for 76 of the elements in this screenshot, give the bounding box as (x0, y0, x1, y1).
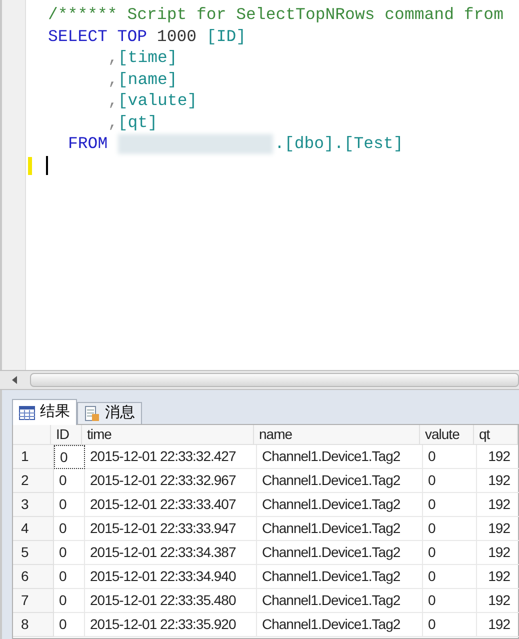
table-cell: 0 (54, 493, 85, 517)
sql-comma: , (108, 68, 118, 90)
column-header[interactable]: name (254, 425, 420, 445)
table-cell: 0 (54, 589, 85, 613)
document-icon (84, 406, 100, 422)
table-cell: 0 (54, 517, 85, 541)
change-marker (28, 156, 32, 174)
row-header[interactable]: 3 (13, 493, 54, 517)
table-cell: 0 (54, 565, 85, 589)
table-cell: Channel1.Device1.Tag2 (257, 493, 423, 517)
sql-comma: , (108, 112, 118, 133)
table-cell: 0 (423, 541, 477, 565)
sql-comma: , (108, 90, 118, 112)
table-cell: 2015-12-01 22:33:33.947 (85, 517, 257, 541)
table-cell: 0 (423, 589, 477, 613)
table-cell: Channel1.Device1.Tag2 (257, 565, 423, 589)
table-cell: 0 (423, 517, 477, 541)
sql-identifier: [time] (118, 47, 178, 68)
table-cell: 192 (477, 469, 519, 493)
table-cell: Channel1.Device1.Tag2 (257, 445, 423, 469)
sql-identifier: .[dbo].[Test] (274, 133, 404, 154)
column-header[interactable]: valute (420, 425, 474, 445)
table-cell: 2015-12-01 22:33:32.427 (85, 445, 257, 469)
table-cell: 0 (423, 493, 477, 517)
row-header[interactable]: 8 (13, 613, 54, 637)
table-cell: 0 (54, 469, 85, 493)
table-cell: Channel1.Device1.Tag2 (257, 517, 423, 541)
row-header[interactable]: 5 (13, 541, 54, 565)
sql-comma: , (108, 47, 118, 68)
row-header[interactable]: 7 (13, 589, 54, 613)
scroll-left-icon[interactable] (12, 376, 18, 384)
table-cell: 192 (477, 541, 519, 565)
row-header[interactable]: 4 (13, 517, 54, 541)
table-cell: Channel1.Device1.Tag2 (257, 589, 423, 613)
result-tab[interactable]: 消息 (77, 402, 142, 424)
scroll-thumb[interactable] (30, 373, 519, 387)
column-header[interactable]: ID (51, 425, 82, 445)
table-cell: 192 (477, 445, 519, 469)
column-header[interactable]: qt (474, 425, 518, 445)
table-cell: 192 (477, 493, 519, 517)
table-cell: 2015-12-01 22:33:34.387 (85, 541, 257, 565)
sql-identifier: [name] (118, 68, 178, 90)
table-cell: Channel1.Device1.Tag2 (257, 469, 423, 493)
code-comment: /****** Script for SelectTopNRows command from (48, 4, 504, 26)
column-header[interactable]: time (82, 425, 254, 445)
table-cell: 192 (477, 517, 519, 541)
sql-keyword: SELECT TOP (48, 26, 148, 47)
row-header[interactable]: 6 (13, 565, 54, 589)
result-tab[interactable]: 结果 (12, 399, 77, 425)
table-cell: 0 (423, 469, 477, 493)
table-cell: 0 (54, 541, 85, 565)
table-cell: 2015-12-01 22:33:32.967 (85, 469, 257, 493)
table-cell: 192 (477, 565, 519, 589)
table-cell: 2015-12-01 22:33:35.480 (85, 589, 257, 613)
grid-icon (19, 406, 35, 420)
table-cell: 0 (423, 565, 477, 589)
table-cell: 0 (423, 445, 477, 469)
row-header[interactable]: 2 (13, 469, 54, 493)
row-header[interactable]: 1 (13, 445, 54, 469)
table-cell: 0 (54, 613, 85, 637)
table-cell: 0 (54, 445, 85, 469)
sql-identifier: [qt] (118, 112, 158, 133)
table-cell: 2015-12-01 22:33:33.407 (85, 493, 257, 517)
sql-number: 1000 (156, 26, 198, 47)
table-cell: 2015-12-01 22:33:34.940 (85, 565, 257, 589)
sql-keyword: FROM (68, 133, 109, 154)
table-cell: Channel1.Device1.Tag2 (257, 541, 423, 565)
table-cell: 192 (477, 589, 519, 613)
text-caret (46, 156, 48, 175)
sql-identifier: [ID] (206, 26, 246, 47)
table-cell: 0 (423, 613, 477, 637)
table-cell: 192 (477, 613, 519, 637)
sql-identifier: [valute] (118, 90, 198, 112)
table-cell: Channel1.Device1.Tag2 (257, 613, 423, 637)
table-cell: 2015-12-01 22:33:35.920 (85, 613, 257, 637)
horizontal-scrollbar[interactable] (0, 370, 519, 390)
